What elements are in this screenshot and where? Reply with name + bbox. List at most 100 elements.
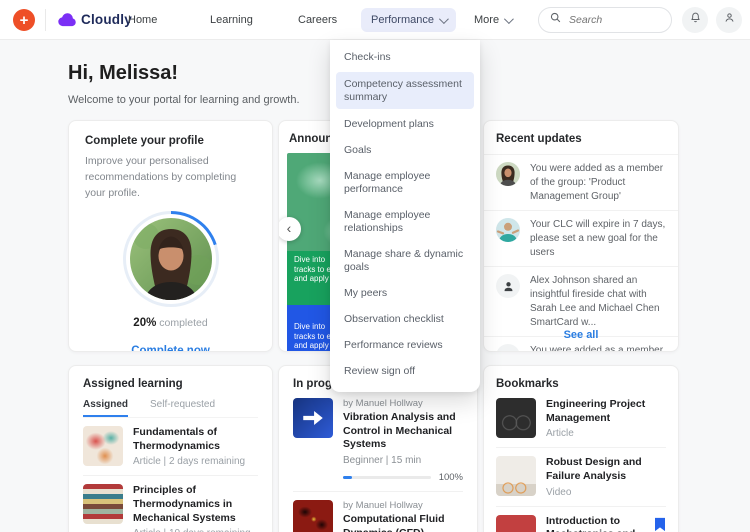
brand-name: Cloudly xyxy=(81,0,132,40)
avatar xyxy=(130,218,212,300)
menu-item-development-plans[interactable]: Development plans xyxy=(330,111,480,137)
learning-item-meta: Article | 2 days remaining xyxy=(133,456,258,467)
bookmarks-title: Bookmarks xyxy=(496,378,666,390)
bookmark-item[interactable]: Robust Design and Failure Analysis Video xyxy=(496,448,666,506)
chevron-left-icon: ‹ xyxy=(287,221,292,235)
thumbnail xyxy=(496,515,536,532)
course-title: Computational Fluid Dynamics (CFD) xyxy=(343,513,463,532)
page-subtitle: Welcome to your portal for learning and … xyxy=(68,94,300,106)
search-box[interactable] xyxy=(538,7,672,33)
profile-percent: 20% xyxy=(133,317,156,329)
tab-assigned[interactable]: Assigned xyxy=(83,399,128,417)
notifications-button[interactable] xyxy=(682,7,708,33)
nav-item-learning[interactable]: Learning xyxy=(210,0,253,40)
menu-item-observation-checklist[interactable]: Observation checklist xyxy=(330,306,480,332)
user-icon xyxy=(723,11,736,29)
complete-now-link[interactable]: Complete now xyxy=(85,345,256,352)
profile-progress-ring xyxy=(123,211,219,307)
nav-more-label: More xyxy=(474,0,499,40)
menu-item-review-sign-off[interactable]: Review sign off xyxy=(330,358,480,384)
thumbnail xyxy=(496,456,536,496)
menu-item-goals[interactable]: Goals xyxy=(330,137,480,163)
recent-updates-title: Recent updates xyxy=(484,121,678,154)
update-text: Alex Johnson shared an insightful firesi… xyxy=(530,274,666,330)
bookmark-title: Introduction to Mechatronics and Embedde… xyxy=(546,515,644,532)
nav-item-home[interactable]: Home xyxy=(128,0,157,40)
thumbnail xyxy=(496,398,536,438)
avatar xyxy=(496,162,520,186)
menu-item-check-ins[interactable]: Check-ins xyxy=(330,44,480,70)
bookmark-item[interactable]: Engineering Project Management Article xyxy=(496,390,666,448)
nav-item-careers[interactable]: Careers xyxy=(298,0,337,40)
top-navbar: + Cloudly Home Learning Careers Performa… xyxy=(0,0,750,40)
learning-item[interactable]: Principles of Thermodynamics in Mechanic… xyxy=(83,476,258,532)
learning-item-title: Principles of Thermodynamics in Mechanic… xyxy=(133,484,258,525)
recent-updates-card: Recent updates You were added as a membe… xyxy=(483,120,679,352)
assigned-learning-card: Assigned learning Assigned Self-requeste… xyxy=(68,365,273,532)
bookmark-icon[interactable] xyxy=(654,517,666,532)
learning-item-title: Fundamentals of Thermodynamics xyxy=(133,426,258,453)
thumbnail xyxy=(293,398,333,438)
course-item[interactable]: by Manuel Hollway Vibration Analysis and… xyxy=(293,390,463,492)
bell-icon xyxy=(689,11,702,29)
cloud-logo-icon xyxy=(57,12,78,32)
chevron-down-icon xyxy=(504,14,514,24)
learning-item[interactable]: Fundamentals of Thermodynamics Article |… xyxy=(83,418,258,476)
menu-item-manage-employee-relationships[interactable]: Manage employee relationships xyxy=(330,202,480,241)
bookmark-item[interactable]: Introduction to Mechatronics and Embedde… xyxy=(496,507,666,532)
course-meta: Beginner | 15 min xyxy=(343,455,463,466)
profile-button[interactable] xyxy=(716,7,742,33)
learning-item-meta: Article | 10 days remaining xyxy=(133,528,258,532)
nav-item-more[interactable]: More xyxy=(474,0,511,40)
bookmark-title: Robust Design and Failure Analysis xyxy=(546,456,666,483)
menu-item-performance-reviews[interactable]: Performance reviews xyxy=(330,332,480,358)
arrow-right-icon xyxy=(300,405,326,431)
course-item[interactable]: by Manuel Hollway Computational Fluid Dy… xyxy=(293,492,463,532)
bookmark-type: Video xyxy=(546,487,666,498)
thumbnail xyxy=(83,484,123,524)
menu-item-competency-assessment-summary[interactable]: Competency assessment summary xyxy=(336,72,474,109)
bookmark-title: Engineering Project Management xyxy=(546,398,666,425)
person-icon xyxy=(496,274,520,298)
course-title: Vibration Analysis and Control in Mechan… xyxy=(343,411,463,452)
assigned-learning-title: Assigned learning xyxy=(83,378,258,390)
update-text: You were added as a member of the group:… xyxy=(530,162,666,204)
search-input[interactable] xyxy=(569,14,659,26)
logo-plus-icon[interactable]: + xyxy=(13,9,35,31)
app-root: + Cloudly Home Learning Careers Performa… xyxy=(0,0,750,532)
update-item[interactable]: Alex Johnson shared an insightful firesi… xyxy=(484,266,678,336)
chevron-down-icon xyxy=(439,14,449,24)
see-all-link[interactable]: See all xyxy=(484,329,678,341)
profile-completion-status: 20% completed xyxy=(85,317,256,329)
profile-card-description: Improve your personalised recommendation… xyxy=(85,154,256,201)
update-item[interactable]: Your CLC will expire in 7 days, please s… xyxy=(484,210,678,266)
page-title: Hi, Melissa! xyxy=(68,62,178,85)
assigned-tabs: Assigned Self-requested xyxy=(83,399,258,418)
update-item[interactable]: You were added as a member of the group:… xyxy=(484,154,678,210)
carousel-prev-button[interactable]: ‹ xyxy=(278,217,301,241)
profile-percent-label: completed xyxy=(159,317,207,329)
course-author: by Manuel Hollway xyxy=(343,500,463,511)
menu-item-manage-share-dynamic-goals[interactable]: Manage share & dynamic goals xyxy=(330,241,480,280)
tab-self-requested[interactable]: Self-requested xyxy=(150,399,215,417)
menu-item-manage-employee-performance[interactable]: Manage employee performance xyxy=(330,163,480,202)
progress-percent: 100% xyxy=(439,472,463,483)
menu-item-my-peers[interactable]: My peers xyxy=(330,280,480,306)
complete-profile-card: Complete your profile Improve your perso… xyxy=(68,120,273,352)
search-icon xyxy=(549,11,562,29)
bookmark-type: Article xyxy=(546,428,666,439)
plus-glyph: + xyxy=(20,13,29,28)
performance-dropdown-menu: Check-ins Competency assessment summary … xyxy=(330,40,480,392)
progress-bar: 100% xyxy=(343,472,463,483)
thumbnail xyxy=(83,426,123,466)
update-text: Your CLC will expire in 7 days, please s… xyxy=(530,218,666,260)
course-author: by Manuel Hollway xyxy=(343,398,463,409)
logo-divider xyxy=(45,9,46,31)
person-icon xyxy=(496,344,520,352)
nav-performance-label: Performance xyxy=(371,14,434,26)
update-text: You were added as a member of the group:… xyxy=(530,344,666,352)
nav-item-performance[interactable]: Performance xyxy=(361,8,456,32)
profile-card-title: Complete your profile xyxy=(85,135,256,147)
thumbnail xyxy=(293,500,333,532)
bookmarks-card: Bookmarks Engineering Project Management… xyxy=(483,365,679,532)
